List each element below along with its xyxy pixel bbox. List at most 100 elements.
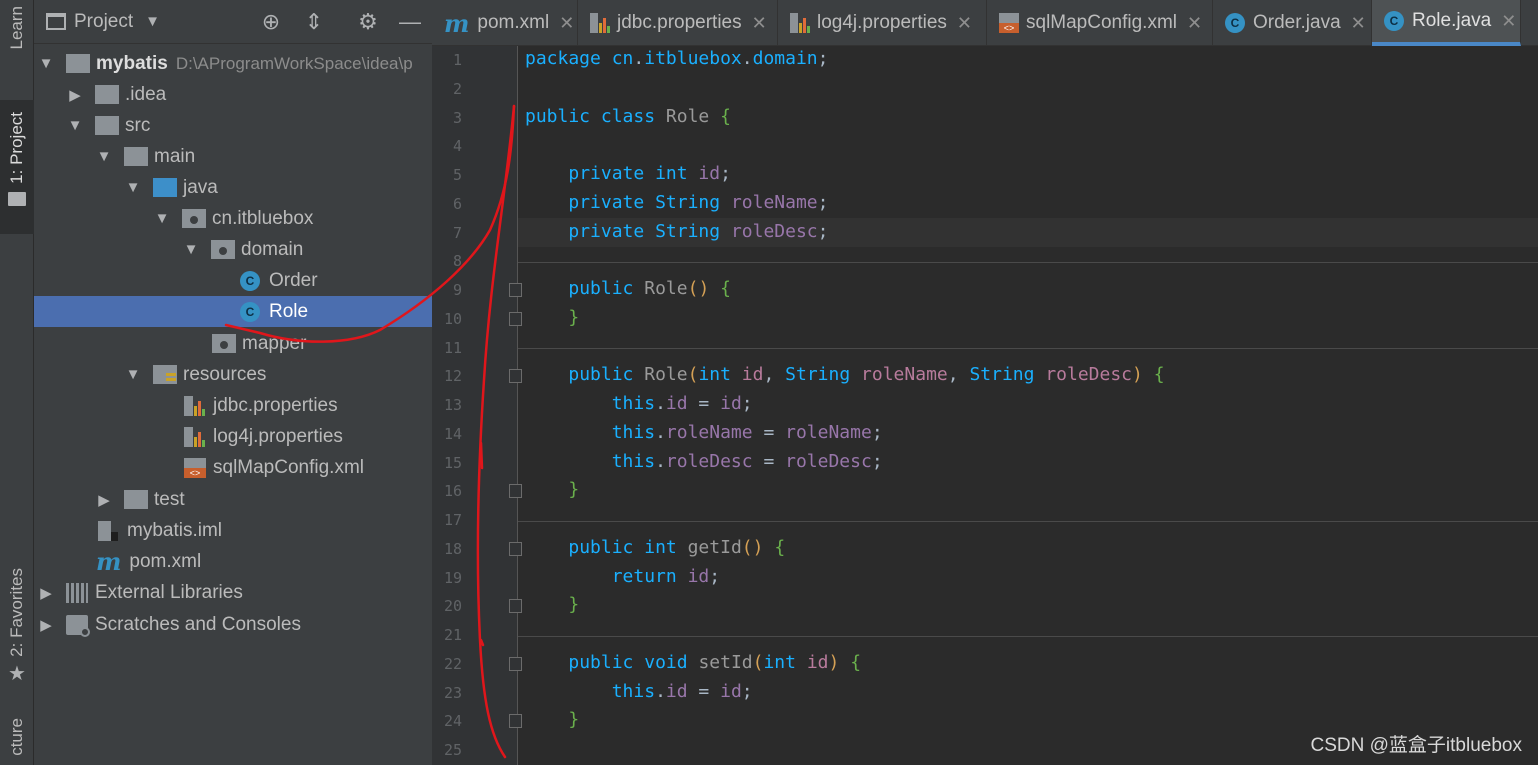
tree-item-mybatis-iml[interactable]: mybatis.iml [34,515,432,546]
project-tool-button[interactable]: 1: Project [0,100,34,234]
code-line[interactable]: this.roleName = roleName; [525,422,883,443]
line-number: 14 [443,424,462,443]
code-line[interactable]: public Role() { [525,278,731,299]
fold-marker-icon[interactable] [509,369,522,384]
code-line[interactable]: private String roleName; [525,192,828,213]
tree-item-pom[interactable]: m pom.xml [34,546,432,577]
code-line[interactable]: this.id = id; [525,681,753,702]
tree-item-package[interactable]: ▼ cn.itbluebox [34,203,432,234]
tab-order-java[interactable]: C Order.java ✕ [1213,0,1372,46]
tree-item-jdbc-properties[interactable]: jdbc.properties [34,390,432,421]
tree-item-main[interactable]: ▼ main [34,141,432,172]
code-line[interactable]: return id; [525,566,720,587]
tree-label: resources [183,363,267,385]
code-line[interactable]: public void setId(int id) { [525,652,861,673]
folder-icon [95,116,119,135]
tree-label: Role [269,300,309,322]
tree-item-external-libraries[interactable]: ▶ External Libraries [34,577,432,608]
editor-tab-bar: m pom.xml ✕ jdbc.properties ✕ log4j.prop… [432,0,1538,46]
project-view-selector[interactable]: Project ▼ [46,11,160,33]
class-icon: C [1384,11,1404,31]
close-icon[interactable]: ✕ [752,13,767,34]
line-number: 11 [443,338,462,357]
fold-marker-icon[interactable] [509,311,522,326]
tab-log4j-properties[interactable]: log4j.properties ✕ [778,0,987,46]
xml-file-icon: <> [184,457,206,478]
code-line[interactable]: this.id = id; [525,393,753,414]
close-icon[interactable]: ✕ [559,13,574,34]
learn-tool-button[interactable]: Learn [0,6,34,88]
tab-pom-xml[interactable]: m pom.xml ✕ [432,0,578,46]
line-number: 2 [452,79,462,98]
gear-icon[interactable]: ⚙ [356,9,380,34]
expanded-arrow-icon: ▼ [67,117,83,134]
collapsed-arrow-icon: ▶ [98,491,110,509]
fold-marker-icon[interactable] [509,599,522,614]
code-editor[interactable]: 1 2 3 4 5 6 7 8 9 10 11 12 13 14 15 16 17 18 19 20 21 22 23 24 2… [432,46,1538,765]
tree-item-test[interactable]: ▶ test [34,484,432,515]
locate-icon[interactable]: ⊕ [259,9,283,34]
package-icon [182,209,206,228]
code-line[interactable]: } [525,479,579,500]
code-line[interactable]: package cn.itbluebox.domain; [525,48,829,69]
tree-item-idea[interactable]: ▶ .idea [34,79,432,110]
tree-item-mybatis[interactable]: ▼ mybatis D:\AProgramWorkSpace\idea\p [34,48,432,79]
tree-item-role[interactable]: C Role [34,296,432,327]
code-line[interactable]: private String roleDesc; [525,221,828,242]
close-icon[interactable]: ✕ [1501,11,1516,32]
code-line[interactable]: public Role(int id, String roleName, Str… [525,364,1164,385]
module-folder-icon [66,54,90,73]
close-icon[interactable]: ✕ [1187,13,1202,34]
tree-label: java [183,176,218,198]
code-line[interactable]: } [525,709,579,730]
minimize-icon[interactable]: — [398,9,422,34]
tree-label: main [154,145,196,167]
source-folder-icon [153,178,177,197]
tree-item-order[interactable]: C Order [34,265,432,296]
tree-item-sqlmapconfig[interactable]: <> sqlMapConfig.xml [34,452,432,483]
code-line[interactable]: this.roleDesc = roleDesc; [525,451,883,472]
tab-role-java[interactable]: C Role.java ✕ [1372,0,1521,46]
package-icon [212,334,236,353]
tree-item-mapper[interactable]: mapper [34,328,432,359]
line-number: 22 [443,654,462,673]
fold-marker-icon[interactable] [509,283,522,297]
favorites-tool-button[interactable]: 2: Favorites ★ [0,568,34,698]
tree-label: test [154,488,185,510]
properties-icon [590,13,610,33]
code-line[interactable]: } [525,594,579,615]
tree-item-src[interactable]: ▼ src [34,110,432,141]
code-line[interactable]: public class Role { [525,106,731,127]
close-icon[interactable]: ✕ [1351,13,1366,34]
tree-label: pom.xml [129,550,202,572]
line-number: 4 [452,137,462,156]
tab-sqlmapconfig-xml[interactable]: <> sqlMapConfig.xml ✕ [987,0,1213,46]
close-icon[interactable]: ✕ [957,13,972,34]
line-number: 7 [452,223,462,242]
code-line[interactable]: public int getId() { [525,537,785,558]
tree-item-domain[interactable]: ▼ domain [34,234,432,265]
line-number: 24 [443,712,462,731]
line-number: 21 [443,626,462,644]
line-number: 1 [452,51,462,69]
tree-item-java[interactable]: ▼ java [34,172,432,203]
tree-item-scratches[interactable]: ▶ Scratches and Consoles [34,609,432,640]
favorites-label: 2: Favorites [7,568,26,657]
tree-item-resources[interactable]: ▼ resources [34,359,432,390]
structure-tool-button[interactable]: cture [0,718,34,765]
tab-jdbc-properties[interactable]: jdbc.properties ✕ [578,0,778,46]
tree-label: mybatis [96,52,168,74]
tree-label: Scratches and Consoles [95,613,301,635]
resources-folder-icon [153,365,177,384]
fold-marker-icon[interactable] [509,656,522,671]
tree-label: jdbc.properties [213,394,338,416]
tab-label: Order.java [1253,12,1341,33]
collapse-all-icon[interactable]: ⇕ [302,9,326,34]
code-line[interactable]: private int id; [525,163,731,184]
fold-marker-icon[interactable] [509,541,522,556]
code-line[interactable]: } [525,307,579,328]
fold-marker-icon[interactable] [509,484,522,499]
fold-marker-icon[interactable] [509,714,522,729]
tree-item-log4j-properties[interactable]: log4j.properties [34,421,432,452]
xml-icon: <> [999,13,1019,33]
